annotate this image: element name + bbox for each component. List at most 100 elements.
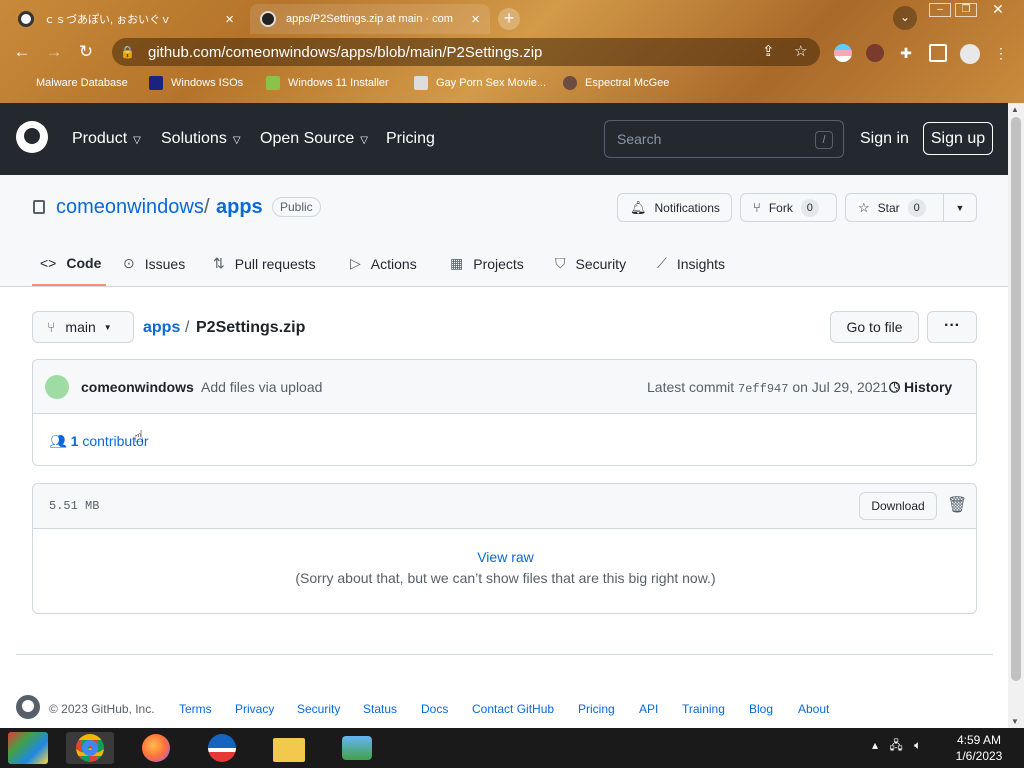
commit-sha-link[interactable]: 7eff947 <box>738 382 788 396</box>
nav-product[interactable]: Product ▽ <box>72 130 141 148</box>
more-options-button[interactable]: ··· <box>927 311 977 343</box>
caret-down-icon: ▼ <box>103 322 112 332</box>
start-button-icon[interactable] <box>8 732 48 764</box>
nav-pricing[interactable]: Pricing <box>386 130 435 148</box>
file-explorer-taskbar-icon[interactable] <box>270 732 310 764</box>
side-panel-icon[interactable] <box>929 44 947 62</box>
fork-button[interactable]: ⑂ Fork 0 <box>740 193 837 222</box>
history-link[interactable]: 🕓︎ History <box>889 379 952 396</box>
bookmark-item[interactable]: Windows ISOs <box>149 76 243 90</box>
menu-kebab-icon[interactable]: ⋮ <box>994 44 1012 62</box>
footer-link-security[interactable]: Security <box>297 702 340 716</box>
bookmark-item[interactable]: Espectral McGee <box>563 76 669 90</box>
repo-icon <box>33 200 45 214</box>
file-viewer: 5.51 MB Download 🗑︎ View raw (Sorry abou… <box>32 483 977 614</box>
footer-link-terms[interactable]: Terms <box>179 702 212 716</box>
nav-solutions[interactable]: Solutions ▽ <box>161 130 241 148</box>
page-scrollbar[interactable]: ▲ ▼ <box>1008 103 1024 728</box>
share-icon[interactable]: ⇪ <box>762 42 775 60</box>
minimize-button[interactable]: – <box>929 3 951 17</box>
obama-logo-taskbar-icon[interactable] <box>204 732 244 764</box>
users-network-icon <box>342 736 372 760</box>
tab-projects[interactable]: ▦ Projects <box>450 255 524 272</box>
star-button[interactable]: ☆ Star 0 <box>845 193 944 222</box>
file-too-big-message: (Sorry about that, but we can’t show fil… <box>295 570 716 586</box>
sign-up-button[interactable]: Sign up <box>923 122 993 155</box>
footer-link-contact[interactable]: Contact GitHub <box>472 702 554 716</box>
close-tab-icon[interactable]: × <box>225 11 234 28</box>
search-shortcut-key: / <box>815 131 833 149</box>
maximize-button[interactable]: ❐ <box>955 3 977 17</box>
new-tab-button[interactable]: + <box>498 8 520 30</box>
repo-owner-link[interactable]: comeonwindows <box>56 196 204 219</box>
tab-issues[interactable]: ⊙ Issues <box>123 255 185 272</box>
go-to-file-button[interactable]: Go to file <box>830 311 919 343</box>
trash-icon[interactable]: 🗑︎ <box>947 495 967 515</box>
commit-message[interactable]: Add files via upload <box>201 379 322 395</box>
profile-extension-icon[interactable] <box>866 44 884 62</box>
extensions-puzzle-icon[interactable]: ✚ <box>897 44 915 62</box>
nav-open-source[interactable]: Open Source ▽ <box>260 130 368 148</box>
footer-link-api[interactable]: API <box>639 702 658 716</box>
branch-selector[interactable]: ⑂ main ▼ <box>32 311 134 343</box>
download-button[interactable]: Download <box>859 492 937 520</box>
network-users-taskbar-icon[interactable] <box>338 732 378 764</box>
tab-insights[interactable]: ⟋ Insights <box>657 255 725 272</box>
commit-author-link[interactable]: comeonwindows <box>81 379 194 395</box>
taskbar-clock[interactable]: 4:59 AM 1/6/2023 <box>948 732 1010 764</box>
tab-security[interactable]: ⛉ Security <box>555 255 626 272</box>
github-logo-icon[interactable] <box>16 121 48 153</box>
star-count: 0 <box>907 198 926 217</box>
footer-copyright: © 2023 GitHub, Inc. <box>49 702 155 716</box>
network-icon[interactable]: 🖧︎ <box>889 738 902 752</box>
footer-link-privacy[interactable]: Privacy <box>235 702 274 716</box>
firefox-taskbar-icon[interactable] <box>138 732 178 764</box>
breadcrumb-repo-link[interactable]: apps <box>143 319 180 337</box>
tray-chevron-icon[interactable]: ▴ <box>872 738 878 752</box>
browser-tab-2-active[interactable]: apps/P2Settings.zip at main · com × <box>250 4 490 34</box>
scroll-down-icon[interactable]: ▼ <box>1011 717 1019 726</box>
footer-link-docs[interactable]: Docs <box>421 702 448 716</box>
star-dropdown-button[interactable]: ▼ <box>943 193 977 222</box>
search-input[interactable]: Search / <box>604 120 844 158</box>
tab-pull-requests[interactable]: ⇅ Pull requests <box>213 255 316 272</box>
issue-circle-icon: ⊙ <box>123 255 135 271</box>
bookmark-star-icon[interactable]: ☆ <box>794 42 807 60</box>
back-arrow-icon[interactable]: ← <box>12 42 32 62</box>
footer-link-training[interactable]: Training <box>682 702 725 716</box>
repo-name-link[interactable]: apps <box>216 196 263 219</box>
flag-extension-icon[interactable] <box>834 44 852 62</box>
browser-chrome: ｃｓづあぽい, ぉおいぐｖ × apps/P2Settings.zip at m… <box>0 0 1024 103</box>
scroll-up-icon[interactable]: ▲ <box>1011 105 1019 114</box>
forward-arrow-icon[interactable]: → <box>44 42 64 62</box>
notifications-button[interactable]: 🔔︎ Notifications <box>617 193 732 222</box>
footer-link-blog[interactable]: Blog <box>749 702 773 716</box>
scrollbar-thumb[interactable] <box>1011 117 1021 681</box>
tab-code[interactable]: <> Code <box>40 255 101 271</box>
github-footer-logo-icon[interactable] <box>16 695 40 719</box>
avatar[interactable] <box>45 375 69 399</box>
close-tab-icon[interactable]: × <box>471 11 480 28</box>
account-avatar-icon[interactable] <box>960 44 980 64</box>
tab-actions[interactable]: ▷ Actions <box>350 255 417 272</box>
image-icon <box>266 76 280 90</box>
address-bar[interactable]: 🔒 github.com/comeonwindows/apps/blob/mai… <box>112 38 820 66</box>
footer-link-pricing[interactable]: Pricing <box>578 702 615 716</box>
avatar-icon <box>563 76 577 90</box>
chrome-taskbar-icon[interactable] <box>66 732 114 764</box>
close-window-button[interactable]: ✕ <box>981 2 1015 17</box>
browser-tab-1[interactable]: ｃｓづあぽい, ぉおいぐｖ × <box>8 4 244 34</box>
view-raw-link[interactable]: View raw <box>33 549 978 565</box>
breadcrumb-filename: P2Settings.zip <box>196 319 306 336</box>
bookmark-item[interactable]: Windows 11 Installer <box>266 76 389 90</box>
bookmark-item[interactable]: Gay Porn Sex Movie... <box>414 76 546 90</box>
bookmark-item[interactable]: Malware Database <box>14 76 128 90</box>
tab-search-button[interactable]: ⌄ <box>893 6 917 30</box>
sign-in-link[interactable]: Sign in <box>860 130 909 148</box>
latest-commit-box: comeonwindows Add files via upload Lates… <box>32 359 977 466</box>
bookmark-icon <box>14 76 28 90</box>
reload-icon[interactable]: ↻ <box>76 42 96 62</box>
footer-link-about[interactable]: About <box>798 702 829 716</box>
footer-link-status[interactable]: Status <box>363 702 397 716</box>
volume-icon[interactable]: 🔈︎ <box>914 738 921 752</box>
